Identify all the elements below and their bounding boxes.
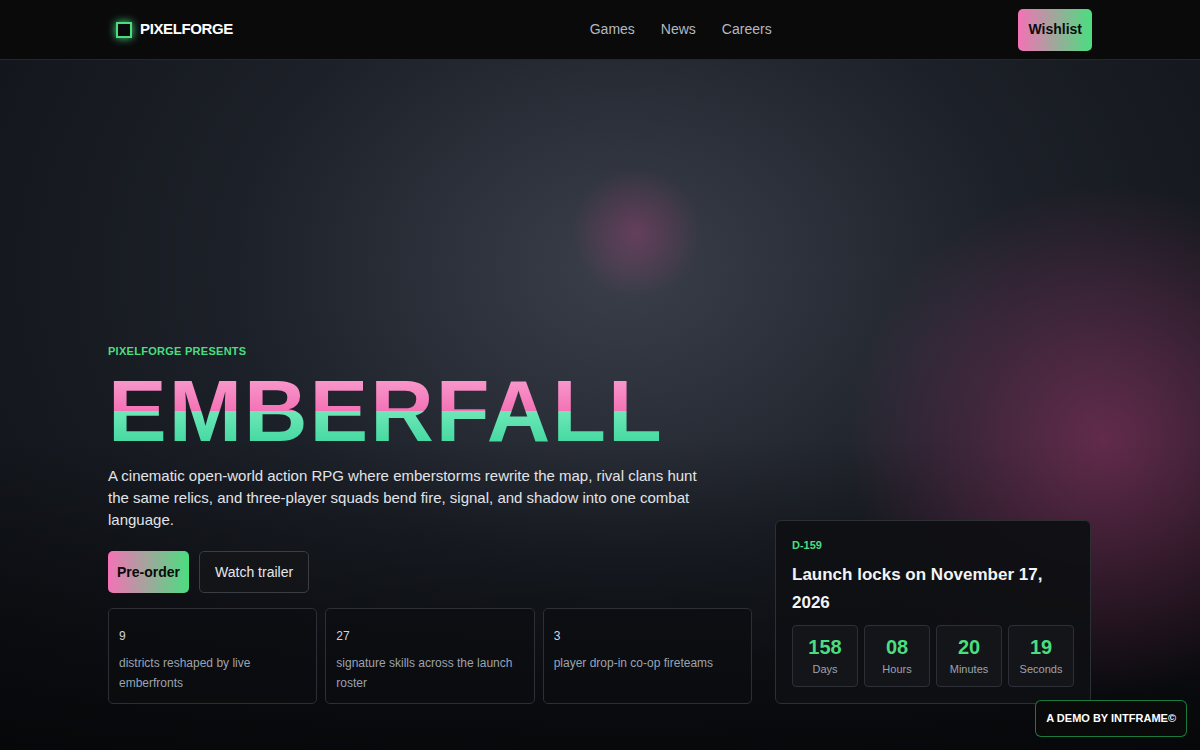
demo-badge[interactable]: A DEMO BY INTFRAME© <box>1035 700 1187 737</box>
stat-value: 3 <box>554 627 741 645</box>
countdown-card: D-159 Launch locks on November 17, 2026 15… <box>775 520 1091 705</box>
nav-link[interactable]: Games <box>590 19 635 40</box>
hero-title: EMBERFALL <box>108 367 752 455</box>
brand-logo[interactable]: PIXELFORGE <box>108 18 233 41</box>
stat-label: districts reshaped by live emberfronts <box>119 653 306 693</box>
countdown-value: 08 <box>886 635 908 659</box>
countdown-tag: D-159 <box>792 537 1074 554</box>
hero-content: PIXELFORGE PRESENTS EMBERFALL A cinematic … <box>108 343 752 705</box>
brand-name: PIXELFORGE <box>140 18 233 41</box>
stat-value: 27 <box>336 627 523 645</box>
preorder-button[interactable]: Pre-order <box>108 551 189 593</box>
stat-label: player drop-in co-op fireteams <box>554 653 741 673</box>
countdown-label: Hours <box>882 661 911 678</box>
stat-value: 9 <box>119 627 306 645</box>
countdown-unit: 08 Hours <box>864 625 930 687</box>
nav-link[interactable]: News <box>661 19 696 40</box>
stats: 9 districts reshaped by live emberfronts 2… <box>108 608 752 704</box>
countdown-unit: 158 Days <box>792 625 858 687</box>
countdown-value: 20 <box>958 635 980 659</box>
stat-card: 9 districts reshaped by live emberfronts <box>108 608 317 704</box>
countdown-label: Seconds <box>1020 661 1063 678</box>
countdown-label: Minutes <box>950 661 989 678</box>
countdown-unit: 20 Minutes <box>936 625 1002 687</box>
stat-card: 3 player drop-in co-op fireteams <box>543 608 752 704</box>
hero: PIXELFORGE PRESENTS EMBERFALL A cinematic … <box>0 60 1200 750</box>
nav-links: Games News Careers <box>590 19 772 40</box>
hero-buttons: Pre-orderWatch trailer <box>108 551 752 593</box>
trailer-button[interactable]: Watch trailer <box>199 551 309 593</box>
countdown-value: 158 <box>808 635 841 659</box>
countdown-value: 19 <box>1030 635 1052 659</box>
stat-card: 27 signature skills across the launch ros… <box>325 608 534 704</box>
stat-label: signature skills across the launch roste… <box>336 653 523 693</box>
countdown-label: Days <box>812 661 837 678</box>
countdown-units: 158 Days 08 Hours 20 Minutes 19 Seconds <box>792 625 1074 687</box>
hero-eyebrow: PIXELFORGE PRESENTS <box>108 343 752 360</box>
countdown-unit: 19 Seconds <box>1008 625 1074 687</box>
landing-page: PIXELFORGEGamesNewsCareersWishlistPIXELF… <box>0 0 1200 750</box>
hero-description: A cinematic open-world action RPG where … <box>108 465 708 531</box>
logo-square-icon <box>116 22 132 38</box>
countdown-title: Launch locks on November 17, 2026 <box>792 561 1074 617</box>
wishlist-button[interactable]: Wishlist <box>1018 9 1092 51</box>
nav-link[interactable]: Careers <box>722 19 772 40</box>
top-nav: PIXELFORGE Games News Careers Wishlist <box>0 0 1200 60</box>
